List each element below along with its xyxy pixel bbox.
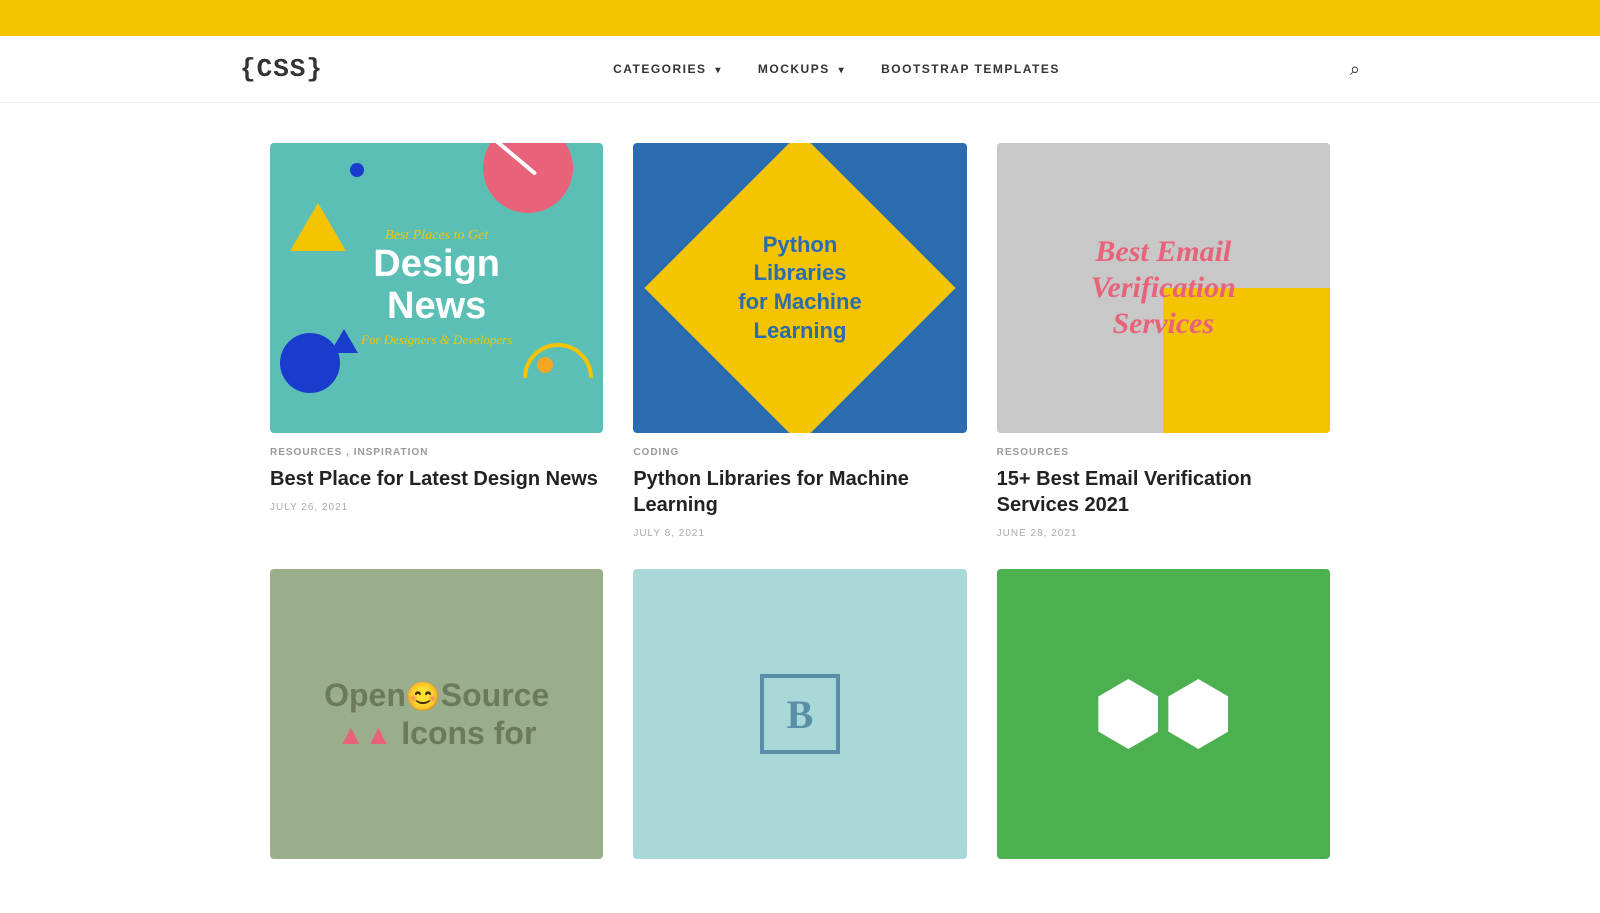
article-date: JULY 8, 2021 bbox=[633, 528, 966, 539]
nav-link-bootstrap[interactable]: BOOTSTRAP TEMPLATES bbox=[881, 62, 1060, 76]
nav-link-categories[interactable]: CATEGORIES ▾ bbox=[613, 62, 722, 76]
bootstrap-logo-box: B bbox=[760, 674, 840, 754]
article-date: JUNE 28, 2021 bbox=[997, 528, 1330, 539]
chevron-down-icon: ▾ bbox=[715, 65, 722, 76]
article-categories: RESOURCES bbox=[997, 447, 1330, 458]
top-bar bbox=[0, 0, 1600, 36]
article-title: Python Libraries for Machine Learning bbox=[633, 466, 966, 518]
decorative-hexagon bbox=[1098, 679, 1158, 749]
nav-links: CATEGORIES ▾ MOCKUPS ▾ BOOTSTRAP TEMPLAT… bbox=[613, 60, 1060, 78]
article-categories: RESOURCES INSPIRATION bbox=[270, 447, 603, 458]
article-card-bootstrap[interactable]: B bbox=[633, 569, 966, 873]
decorative-hexagon bbox=[1168, 679, 1228, 749]
article-thumb-design-news: Best Places to Get DesignNews For Design… bbox=[270, 143, 603, 433]
thumb-text-overlay: PythonLibrariesfor MachineLearning bbox=[710, 231, 890, 345]
nav-item-mockups[interactable]: MOCKUPS ▾ bbox=[758, 60, 845, 78]
article-card-design-news[interactable]: Best Places to Get DesignNews For Design… bbox=[270, 143, 603, 539]
nav-link-mockups[interactable]: MOCKUPS ▾ bbox=[758, 62, 845, 76]
article-card-python[interactable]: PythonLibrariesfor MachineLearning CODIN… bbox=[633, 143, 966, 539]
nav-item-bootstrap[interactable]: BOOTSTRAP TEMPLATES bbox=[881, 60, 1060, 78]
article-card-opensource[interactable]: Open😊Source ▲▲ Icons for bbox=[270, 569, 603, 873]
navbar: {CSS} CATEGORIES ▾ MOCKUPS ▾ BOOTSTRAP T… bbox=[0, 36, 1600, 103]
decorative-shape bbox=[483, 143, 573, 213]
main-content: Best Places to Get DesignNews For Design… bbox=[250, 143, 1350, 873]
article-title: 15+ Best Email Verification Services 202… bbox=[997, 466, 1330, 518]
thumb-text-overlay: Open😊Source ▲▲ Icons for bbox=[324, 676, 549, 753]
thumb-email-text: Best EmailVerificationServices bbox=[1043, 234, 1283, 342]
article-thumb-opensource: Open😊Source ▲▲ Icons for bbox=[270, 569, 603, 859]
article-thumb-python: PythonLibrariesfor MachineLearning bbox=[633, 143, 966, 433]
thumb-text-overlay: Best Places to Get DesignNews For Design… bbox=[327, 228, 547, 348]
articles-grid: Best Places to Get DesignNews For Design… bbox=[270, 143, 1330, 539]
article-card-email[interactable]: Best EmailVerificationServices RESOURCES… bbox=[997, 143, 1330, 539]
article-categories: CODING bbox=[633, 447, 966, 458]
decorative-shape bbox=[523, 343, 593, 413]
thumb-python-text: PythonLibrariesfor MachineLearning bbox=[710, 231, 890, 345]
thumb-opensource-text: Open😊Source ▲▲ Icons for bbox=[324, 676, 549, 753]
article-title: Best Place for Latest Design News bbox=[270, 466, 603, 492]
article-date: JULY 26, 2021 bbox=[270, 502, 603, 513]
thumb-tagline: For Designers & Developers bbox=[327, 332, 547, 348]
bottom-articles-grid: Open😊Source ▲▲ Icons for B bbox=[270, 569, 1330, 873]
thumb-title: DesignNews bbox=[327, 244, 547, 328]
chevron-down-icon: ▾ bbox=[839, 65, 846, 76]
article-thumb-email: Best EmailVerificationServices bbox=[997, 143, 1330, 433]
article-card-hexagon[interactable] bbox=[997, 569, 1330, 873]
search-icon[interactable]: ⌕ bbox=[1350, 59, 1360, 80]
decorative-shape bbox=[350, 163, 364, 177]
article-thumb-hexagon bbox=[997, 569, 1330, 859]
article-thumb-bootstrap: B bbox=[633, 569, 966, 859]
thumb-subtitle: Best Places to Get bbox=[327, 228, 547, 244]
nav-item-categories[interactable]: CATEGORIES ▾ bbox=[613, 60, 722, 78]
site-logo[interactable]: {CSS} bbox=[240, 54, 323, 84]
thumb-text-overlay: Best EmailVerificationServices bbox=[1043, 234, 1283, 342]
